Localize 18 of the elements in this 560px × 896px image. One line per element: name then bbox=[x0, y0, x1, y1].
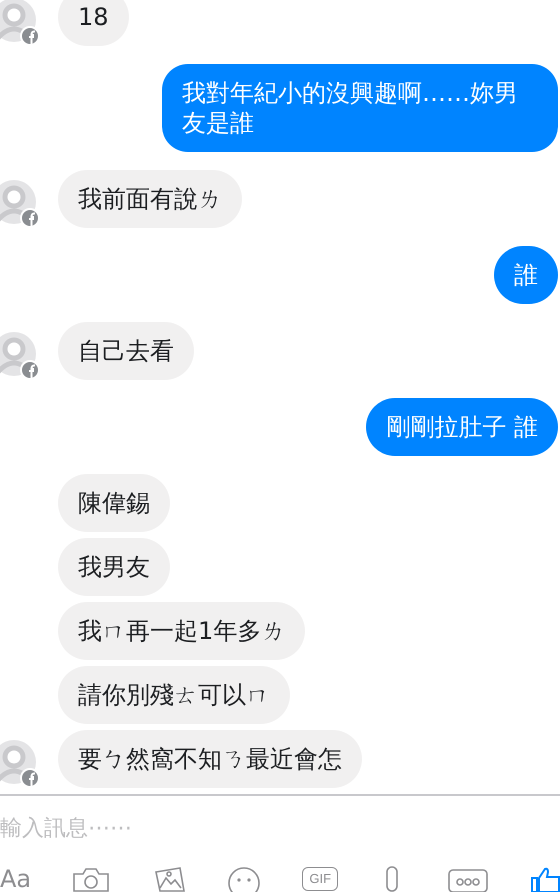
camera-icon[interactable] bbox=[72, 866, 110, 892]
more-icon[interactable] bbox=[446, 866, 489, 892]
message-bubble: 我ㄇ再一起1年多ㄌ bbox=[58, 602, 306, 660]
message-input[interactable]: 輸入訊息⋯⋯ bbox=[0, 810, 400, 846]
thumbs-up-icon[interactable] bbox=[530, 866, 560, 892]
smiley-icon[interactable] bbox=[227, 866, 262, 892]
message-bubble: 陳偉錫 bbox=[58, 474, 170, 532]
message-bubble: 18 bbox=[58, 0, 129, 46]
message-bubble: 自己去看 bbox=[58, 322, 194, 380]
message-bubble: 誰 bbox=[494, 246, 558, 304]
message-bubble: 剛剛拉肚子 誰 bbox=[366, 398, 558, 456]
message-bubble: 我對年紀小的沒興趣啊……妳男友是誰 bbox=[162, 64, 558, 152]
message-bubble: 要ㄅ然窩不知ㄋ最近會怎 bbox=[58, 730, 362, 788]
message-bubble: 請你別殘ㄊ可以ㄇ bbox=[58, 666, 290, 724]
gif-button[interactable]: GIF bbox=[302, 867, 338, 891]
text-format-button[interactable]: Aa bbox=[0, 866, 32, 892]
message-bubble: 我男友 bbox=[58, 538, 170, 596]
message-bubble: 我前面有說ㄌ bbox=[58, 170, 242, 228]
